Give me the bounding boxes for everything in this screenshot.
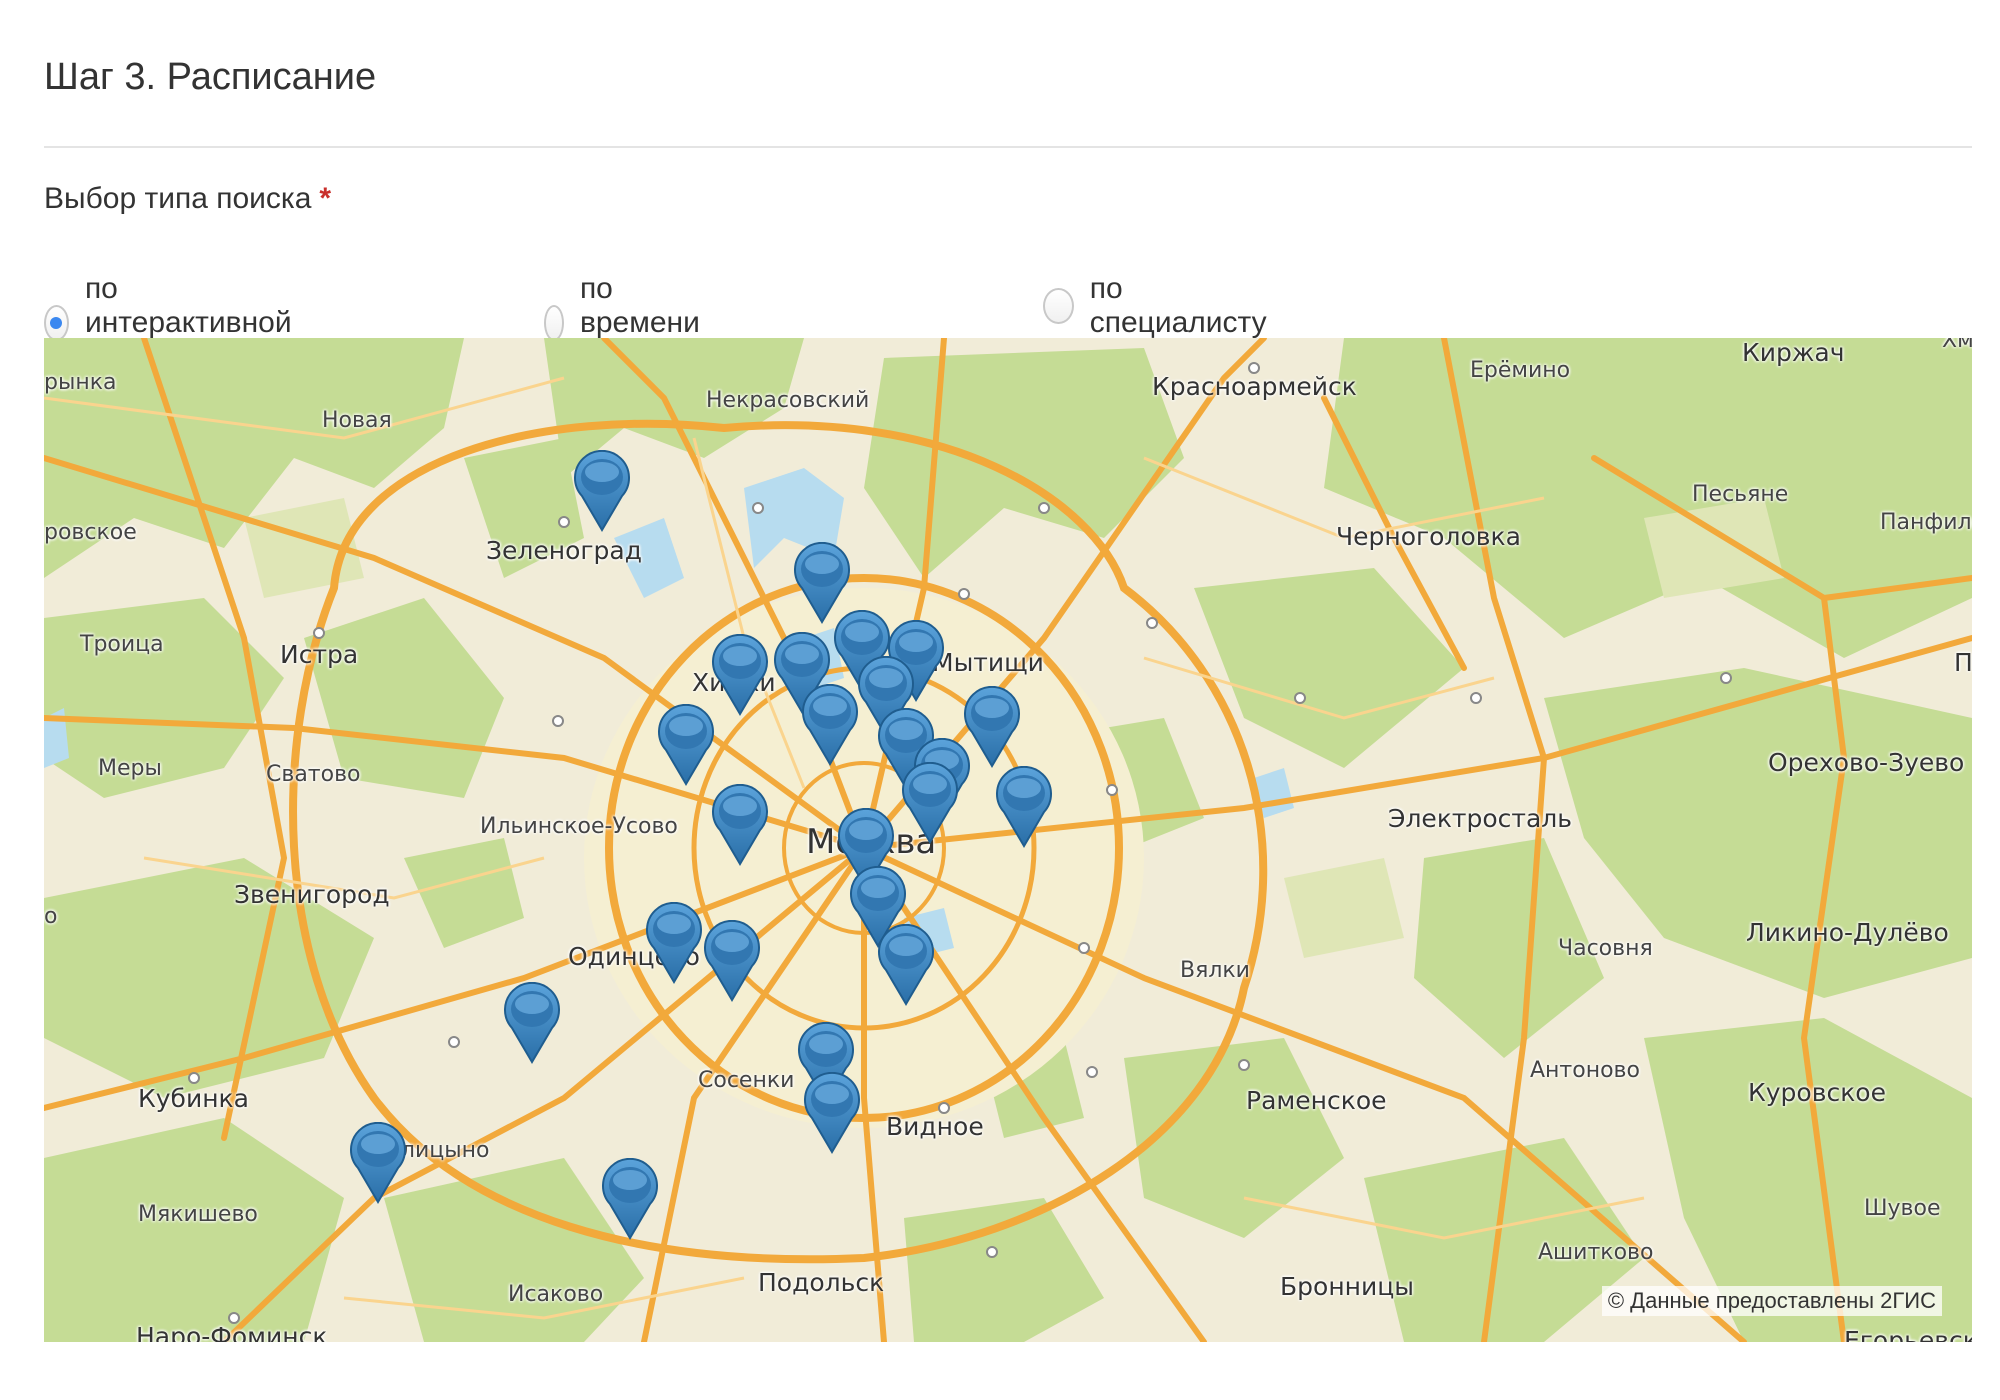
map-marker-icon[interactable]	[800, 1072, 864, 1154]
map-marker-icon[interactable]	[708, 784, 772, 866]
map-label: Ликино-Дулёво	[1746, 918, 1949, 947]
map-label: Раменское	[1246, 1086, 1387, 1115]
map-label: Наро-Фоминск	[136, 1322, 328, 1342]
map-marker-icon[interactable]	[570, 450, 634, 532]
interactive-map[interactable]: рынка Новая Некрасовский Красноармейск Е…	[44, 338, 1972, 1342]
map-marker-icon[interactable]	[798, 684, 862, 766]
map-label: Ерёмино	[1470, 358, 1571, 383]
map-marker-icon[interactable]	[874, 924, 938, 1006]
map-label: Новая	[322, 408, 392, 433]
map-label: Бронницы	[1280, 1272, 1415, 1301]
map-label: Орехово-Зуево	[1768, 748, 1965, 777]
map-marker-icon[interactable]	[500, 982, 564, 1064]
map-label: Истра	[280, 640, 359, 669]
map-label: Шувое	[1864, 1196, 1941, 1221]
map-marker-icon[interactable]	[898, 762, 962, 844]
map-label: П	[1954, 648, 1972, 677]
map-marker-icon[interactable]	[598, 1158, 662, 1240]
map-label: Кубинка	[138, 1084, 249, 1113]
map-label: о	[44, 904, 58, 929]
map-label: Песьяне	[1692, 482, 1789, 507]
map-label: Электросталь	[1388, 804, 1572, 833]
map-label: Исаково	[508, 1282, 604, 1307]
map-label: Красноармейск	[1152, 372, 1357, 401]
map-marker-icon[interactable]	[654, 704, 718, 786]
search-type-label: Выбор типа поиска *	[44, 182, 331, 216]
map-marker-icon[interactable]	[992, 766, 1056, 848]
map-label: Часовня	[1558, 936, 1653, 961]
map-label: Ильинское-Усово	[480, 814, 678, 839]
radio-button-icon[interactable]	[44, 305, 69, 341]
map-label: Панфило	[1880, 510, 1972, 535]
map-label: Егорьевск	[1844, 1326, 1972, 1342]
page-title: Шаг 3. Расписание	[44, 56, 377, 98]
map-label: Некрасовский	[706, 388, 870, 413]
radio-button-icon[interactable]	[1043, 288, 1074, 324]
search-type-label-text: Выбор типа поиска	[44, 182, 312, 215]
map-label: ровское	[44, 520, 137, 545]
map-marker-icon[interactable]	[642, 902, 706, 984]
required-mark: *	[319, 182, 332, 215]
map-label: Киржач	[1742, 338, 1845, 367]
map-label: Троица	[80, 632, 164, 657]
map-label: Сосенки	[698, 1068, 795, 1093]
map-label: Видное	[886, 1112, 984, 1141]
radio-button-icon[interactable]	[544, 305, 564, 341]
divider	[44, 146, 1972, 148]
map-marker-icon[interactable]	[346, 1122, 410, 1204]
map-label: Зеленоград	[486, 536, 643, 565]
map-label: рынка	[44, 370, 117, 395]
map-label: Вялки	[1180, 958, 1250, 983]
map-label: Звенигород	[234, 880, 390, 909]
map-label: Хм	[1942, 338, 1972, 353]
map-marker-icon[interactable]	[700, 920, 764, 1002]
map-label: Мытищи	[932, 648, 1044, 677]
map-label: Сватово	[266, 762, 361, 787]
map-label: Антоново	[1530, 1058, 1640, 1083]
map-label: Куровское	[1748, 1078, 1886, 1107]
map-label: Мякишево	[138, 1202, 258, 1227]
map-label: Черноголовка	[1336, 522, 1521, 551]
map-label: Меры	[98, 756, 162, 781]
radio-specialist[interactable]: по специалисту	[1043, 272, 1272, 340]
map-label: Ашитково	[1538, 1240, 1654, 1265]
map-label: Подольск	[758, 1268, 885, 1297]
map-attribution: © Данные предоставлены 2ГИС	[1601, 1286, 1942, 1316]
radio-label[interactable]: по специалисту	[1090, 272, 1272, 340]
